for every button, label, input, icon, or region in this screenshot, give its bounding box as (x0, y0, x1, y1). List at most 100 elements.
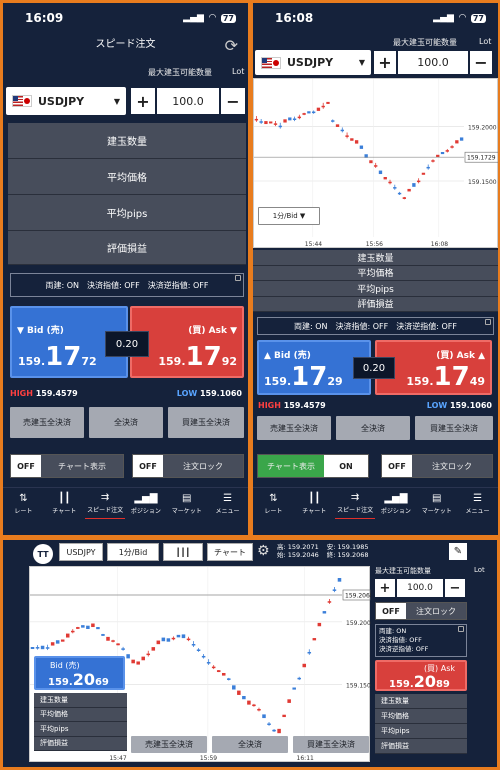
row-unrealized-pl: 評価損益 (34, 736, 127, 751)
ask-price-tail: 49 (469, 375, 485, 388)
minus-button[interactable]: − (469, 50, 493, 75)
close-all-button[interactable]: 全決済 (336, 416, 410, 440)
chevron-down-icon: ▼ (113, 96, 120, 106)
low-label: LOW (426, 401, 448, 410)
candle-body (307, 111, 311, 114)
candle-body (273, 123, 278, 125)
pencil-icon[interactable]: ✎ (449, 543, 467, 560)
toggle-state: OFF (382, 455, 412, 477)
quantity-input[interactable]: 100.0 (397, 50, 469, 75)
ask-button[interactable]: (買) Ask 159.2089 (375, 660, 467, 691)
currency-pair-select[interactable]: USDJPY ▼ (6, 87, 126, 115)
plus-button[interactable]: + (130, 87, 156, 115)
plus-button[interactable]: + (374, 578, 396, 598)
candle-body (302, 113, 306, 115)
refresh-icon[interactable]: ⟳ (225, 36, 238, 55)
close-all-button[interactable]: 全決済 (212, 736, 288, 753)
toggle-label: 注文ロック (183, 461, 223, 471)
row-unrealized-pl: 評価損益 (375, 739, 467, 754)
tab-position[interactable]: ▂▅▇ ポジション (375, 488, 416, 519)
status-bar: 16:09 ▂▄▆ ◠ 77 (3, 3, 248, 33)
timeframe-select[interactable]: 1分/Bid ▼ (258, 207, 320, 225)
currency-pair-select[interactable]: USDJPY ▼ (255, 50, 371, 75)
close-all-buy-button[interactable]: 買建玉全決済 (168, 407, 244, 438)
position-summary: 建玉数量 平均価格 平均pips 評価損益 (8, 123, 246, 265)
settings-bar[interactable]: 両建: ON 決済指値: OFF 決済逆指値: OFF (375, 624, 467, 657)
toggle-label: 注文ロック (432, 461, 472, 471)
pair-label: USDJPY (287, 56, 334, 69)
candle-body (393, 187, 397, 189)
edit-icon (458, 626, 464, 632)
tab-menu[interactable]: ☰ メニュー (457, 488, 498, 519)
row-position-qty: 建玉数量 (34, 693, 127, 708)
candle-body (378, 170, 383, 175)
pair-label: USDJPY (38, 94, 85, 108)
tab-label: レート (14, 507, 33, 515)
high-info: HIGH 159.4579 (10, 389, 78, 398)
candle-type-icon[interactable]: ┃┃┃ (163, 543, 203, 561)
row-avg-pips: 平均pips (34, 722, 127, 737)
menu-icon: ☰ (223, 492, 233, 504)
tab-market[interactable]: ▤ マーケット (416, 488, 457, 519)
settings-gear-icon[interactable]: ⚙ (257, 543, 270, 559)
speed-icon: ⇉ (100, 492, 110, 503)
toggle-state: ON (324, 455, 368, 477)
tab-rate[interactable]: ⇅ レート (253, 488, 294, 519)
candle-body (426, 166, 430, 169)
bid-label: ▼ Bid (売) (17, 326, 64, 336)
app-logo-icon[interactable]: TT (33, 544, 53, 564)
settings-bar[interactable]: 両建: ON 決済指値: OFF 決済逆指値: OFF (10, 273, 244, 297)
minus-button[interactable]: − (444, 578, 466, 598)
tab-label: マーケット (421, 507, 452, 515)
chart-button[interactable]: チャート (207, 543, 253, 561)
close-all-sell-button[interactable]: 売建玉全決済 (10, 407, 84, 438)
lot-unit-label: Lot (232, 67, 245, 76)
close-all-sell-button[interactable]: 売建玉全決済 (257, 416, 331, 440)
chart-display-toggle[interactable]: チャート表示 ON (257, 454, 369, 478)
candle-body (283, 119, 287, 123)
order-lock-toggle[interactable]: OFF 注文ロック (132, 454, 244, 478)
plus-button[interactable]: + (373, 50, 397, 75)
candle-body (126, 654, 130, 659)
close-all-buy-button[interactable]: 買建玉全決済 (415, 416, 493, 440)
high-label: HIGH (258, 401, 281, 410)
close-all-buy-button[interactable]: 買建玉全決済 (293, 736, 369, 753)
usjp-flag-icon (261, 56, 281, 69)
lot-stepper: + 100.0 − (373, 50, 493, 75)
tab-menu[interactable]: ☰ メニュー (207, 488, 248, 519)
row-avg-price: 平均価格 (34, 707, 127, 722)
chart-display-toggle[interactable]: OFF チャート表示 (10, 454, 124, 478)
edit-icon (235, 275, 241, 281)
pair-select[interactable]: USDJPY (59, 543, 103, 561)
row-unrealized-pl: 評価損益 (253, 296, 498, 312)
candle-body (96, 627, 100, 630)
candle-body (337, 578, 342, 582)
close-all-button[interactable]: 全決済 (89, 407, 163, 438)
order-lock-toggle[interactable]: OFF 注文ロック (381, 454, 493, 478)
candle-body (287, 699, 291, 703)
candle-body (86, 625, 90, 629)
candle-body (151, 647, 156, 651)
bid-price-tail: 72 (81, 355, 97, 368)
y-tick-label: 159.2000 (346, 620, 371, 627)
quantity-input[interactable]: 100.0 (396, 578, 444, 598)
tab-market[interactable]: ▤ マーケット (166, 488, 207, 519)
tab-speed-order[interactable]: ⇉ スピード注文 (84, 488, 126, 519)
tab-chart[interactable]: ┃┃ チャート (294, 488, 335, 519)
tab-position[interactable]: ▂▅▇ ポジション (125, 488, 166, 519)
minus-button[interactable]: − (220, 87, 246, 115)
wifi-icon: ◠ (208, 13, 216, 23)
settings-bar[interactable]: 両建: ON 決済指値: OFF 決済逆指値: OFF (257, 317, 494, 335)
tab-speed-order[interactable]: ⇉ スピード注文 (334, 488, 376, 519)
high-value: 159.4579 (283, 401, 326, 410)
order-lock-toggle[interactable]: OFF 注文ロック (375, 602, 467, 620)
lot-stepper: + 100.0 − (130, 87, 246, 115)
x-tick-label: 16:11 (297, 755, 314, 762)
close-all-sell-button[interactable]: 売建玉全決済 (131, 736, 207, 753)
timeframe-select[interactable]: 1分/Bid (107, 543, 159, 561)
quantity-input[interactable]: 100.0 (156, 87, 220, 115)
bid-button[interactable]: Bid (売) 159.2069 (34, 656, 125, 690)
row-avg-pips: 平均pips (8, 195, 246, 231)
tab-rate[interactable]: ⇅ レート (3, 488, 44, 519)
tab-chart[interactable]: ┃┃ チャート (44, 488, 85, 519)
